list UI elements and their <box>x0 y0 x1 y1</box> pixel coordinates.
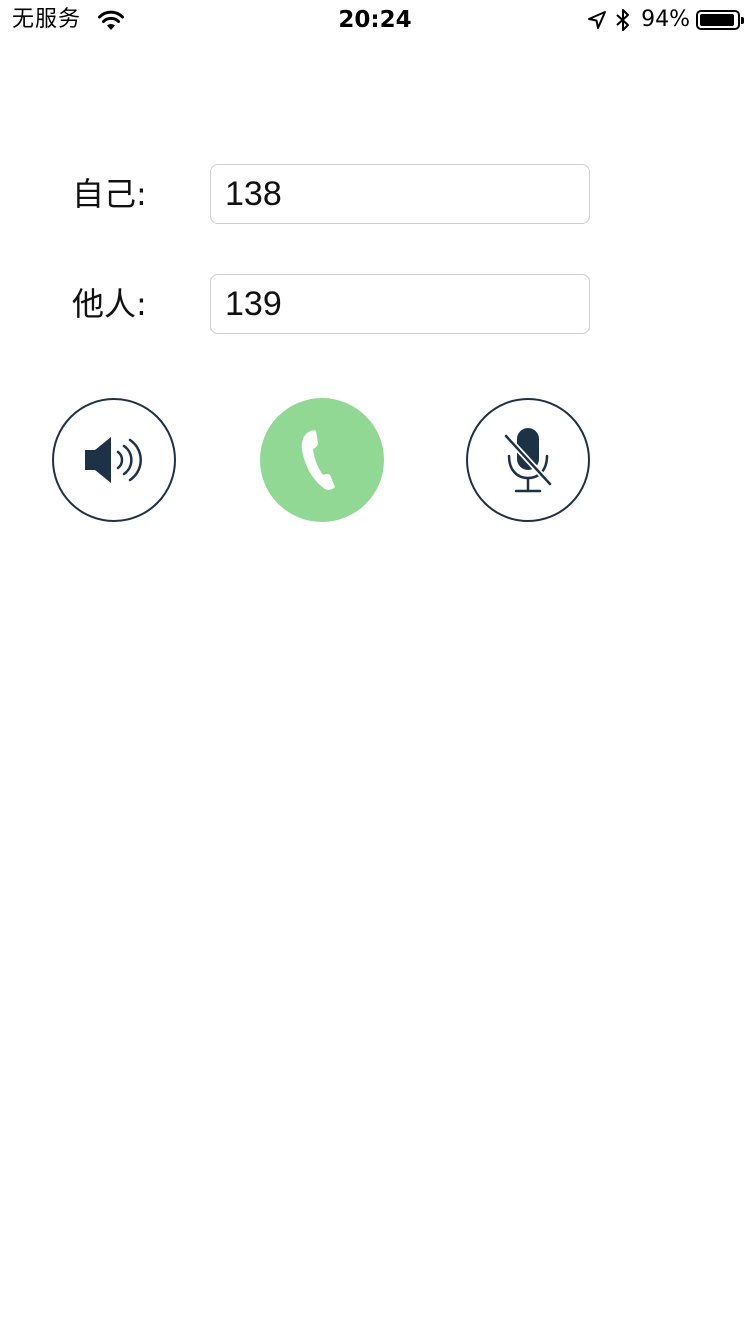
self-label: 自己: <box>72 175 147 213</box>
other-label: 他人: <box>72 285 147 323</box>
self-number-input[interactable] <box>210 164 590 224</box>
status-right-group: 94% <box>587 6 744 34</box>
call-button[interactable] <box>260 398 384 522</box>
bluetooth-icon <box>616 9 630 31</box>
battery-percent: 94% <box>641 7 690 32</box>
phone-icon <box>301 430 335 490</box>
self-number-row: 自己: <box>0 164 750 224</box>
location-arrow-icon <box>588 11 607 29</box>
other-number-input[interactable] <box>210 274 590 334</box>
battery-fill <box>700 14 734 26</box>
battery-nub <box>741 17 744 24</box>
battery-icon <box>696 10 744 30</box>
mute-button[interactable] <box>466 398 590 522</box>
speaker-button[interactable] <box>52 398 176 522</box>
speaker-icon <box>85 437 142 483</box>
other-number-row: 他人: <box>0 274 750 334</box>
status-bar: 无服务 20:24 94% <box>0 0 750 40</box>
mic-muted-icon <box>503 428 553 493</box>
